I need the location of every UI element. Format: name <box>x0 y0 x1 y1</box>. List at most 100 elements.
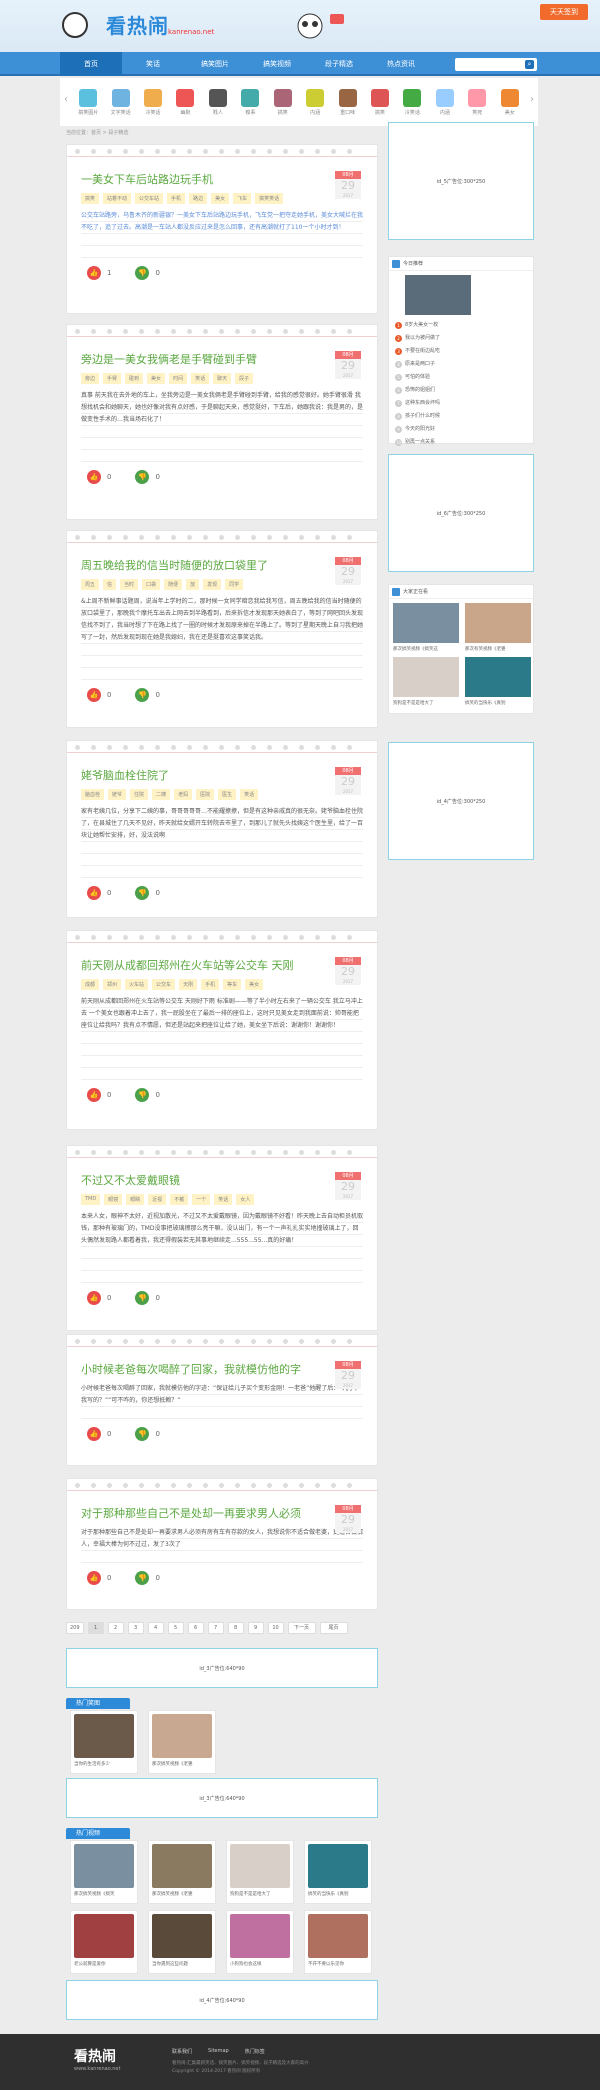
chevron-right-icon[interactable]: › <box>530 94 534 105</box>
hot-videos-tab[interactable]: 热门视频 <box>66 1828 130 1839</box>
tag[interactable]: 眼睛 <box>126 1194 145 1205</box>
tag[interactable]: 老妈 <box>174 789 193 800</box>
tag[interactable]: 口袋 <box>142 579 161 590</box>
side-ad-3[interactable]: id_4广告位:300*250 <box>388 742 534 860</box>
rank-thumb[interactable] <box>405 275 471 315</box>
tag[interactable]: 姥爷 <box>108 789 127 800</box>
thumb-card[interactable]: 不开不要以乐见你 <box>304 1910 372 1974</box>
thumb-card[interactable]: 那次搞笑视频《老婆 <box>148 1840 216 1904</box>
nav-item-4[interactable]: 段子精选 <box>308 52 370 76</box>
tag[interactable]: 手臂 <box>103 373 122 384</box>
category-item[interactable]: 内涵 <box>429 88 461 116</box>
upvote-button[interactable]: 👍 1 <box>87 266 111 280</box>
tag[interactable]: 眼镜 <box>104 1194 123 1205</box>
category-item[interactable]: 重口味 <box>331 88 363 116</box>
tag[interactable]: 搞笑笑话 <box>255 193 284 204</box>
tag[interactable]: 脑血栓 <box>81 789 105 800</box>
rank-item[interactable]: 10 别再一点关系 <box>389 436 533 449</box>
tag[interactable]: 二姨 <box>152 789 171 800</box>
main-ad-1[interactable]: id_3广告位:640*90 <box>66 1648 378 1688</box>
downvote-button[interactable]: 👎 0 <box>135 1088 160 1102</box>
tag[interactable]: 路边 <box>189 193 208 204</box>
rank-item[interactable]: 9 今天的阳光好 <box>389 423 533 436</box>
article-title[interactable]: 前天刚从成都回郑州在火车站等公交车 天刚 <box>81 957 363 973</box>
upvote-button[interactable]: 👍 0 <box>87 1571 111 1585</box>
rank-item[interactable]: 8 孩子们什么时候 <box>389 410 533 423</box>
category-item[interactable]: 冷笑话 <box>396 88 428 116</box>
category-item[interactable]: 冷笑话 <box>137 88 169 116</box>
tag[interactable]: 医院 <box>196 789 215 800</box>
chevron-left-icon[interactable]: ‹ <box>64 94 68 105</box>
page-link[interactable]: 10 <box>267 1622 284 1634</box>
upvote-button[interactable]: 👍 0 <box>87 688 111 702</box>
upvote-button[interactable]: 👍 0 <box>87 1291 111 1305</box>
downvote-button[interactable]: 👎 0 <box>135 1291 160 1305</box>
tag[interactable]: 等车 <box>223 979 242 990</box>
category-item[interactable]: 内涵 <box>299 88 331 116</box>
rank-item[interactable]: 1 8岁大美女一枚 <box>389 319 533 332</box>
category-item[interactable]: 美女 <box>493 88 525 116</box>
tag[interactable]: 一个 <box>192 1194 211 1205</box>
category-item[interactable]: 糗事 <box>234 88 266 116</box>
category-item[interactable]: 幽默 <box>169 88 201 116</box>
tag[interactable]: 美女 <box>211 193 230 204</box>
tag[interactable]: 笑话 <box>214 1194 233 1205</box>
category-item[interactable]: 文字笑话 <box>104 88 136 116</box>
side-pic[interactable]: 搞笑的当快乐《真别 <box>465 657 531 706</box>
nav-item-3[interactable]: 搞笑视频 <box>246 52 308 76</box>
tag[interactable]: 旁边 <box>81 373 100 384</box>
rank-item[interactable]: 7 这种东西会坏吗 <box>389 397 533 410</box>
rank-item[interactable]: 5 可怕的体验 <box>389 371 533 384</box>
upvote-button[interactable]: 👍 0 <box>87 1427 111 1441</box>
page-link[interactable]: 下一页 <box>287 1622 316 1634</box>
tag[interactable]: 段子 <box>235 373 254 384</box>
tag[interactable]: 时间 <box>169 373 188 384</box>
tag[interactable]: 郑州 <box>103 979 122 990</box>
side-pic[interactable]: 那次有笑视频《老婆 <box>465 603 531 652</box>
hot-pics-tab[interactable]: 热门笑图 <box>66 1698 130 1709</box>
signin-button[interactable]: 天天签到 <box>540 4 588 20</box>
downvote-button[interactable]: 👎 0 <box>135 688 160 702</box>
side-ad-1[interactable]: id_5广告位:300*250 <box>388 122 534 240</box>
tag[interactable]: 医生 <box>218 789 237 800</box>
tag[interactable]: 公交车站 <box>135 193 164 204</box>
tag[interactable]: 搞笑 <box>81 193 100 204</box>
nav-item-2[interactable]: 搞笑图片 <box>184 52 246 76</box>
footer-link[interactable]: 联系我们 <box>172 2048 192 2055</box>
tag[interactable]: 手机 <box>167 193 186 204</box>
tag[interactable]: 放 <box>186 579 200 590</box>
article-title[interactable]: 一美女下车后站路边玩手机 <box>81 171 363 187</box>
side-pic[interactable]: 那次搞笑视频《搞笑这 <box>393 603 459 652</box>
downvote-button[interactable]: 👎 0 <box>135 266 160 280</box>
page-link[interactable]: 8 <box>227 1622 244 1634</box>
category-item[interactable]: 笑死 <box>461 88 493 116</box>
tag[interactable]: 发现 <box>203 579 222 590</box>
tag[interactable]: 信 <box>103 579 117 590</box>
tag[interactable]: 随便 <box>164 579 183 590</box>
thumb-card[interactable]: 当你的生活有多少 <box>70 1710 138 1774</box>
side-ad-2[interactable]: id_6广告位:300*250 <box>388 454 534 572</box>
thumb-card[interactable]: 狗狗是不是是哈大了 <box>226 1840 294 1904</box>
page-link[interactable]: 9 <box>247 1622 264 1634</box>
page-link[interactable]: 1 <box>87 1622 104 1634</box>
footer-logo[interactable]: 看热闹 <box>74 2046 116 2066</box>
tag[interactable]: 天刚 <box>179 979 198 990</box>
article-title[interactable]: 不过又不太爱戴眼镜 <box>81 1172 363 1188</box>
nav-item-0[interactable]: 首页 <box>60 52 122 76</box>
tag[interactable]: 美女 <box>147 373 166 384</box>
search-icon[interactable]: ⌕ <box>525 60 534 69</box>
downvote-button[interactable]: 👎 0 <box>135 470 160 484</box>
article-title[interactable]: 小时候老爸每次喝醉了回家，我就模仿他的字 <box>81 1361 363 1377</box>
tag[interactable]: 手机 <box>201 979 220 990</box>
article-title[interactable]: 姥爷脑血栓住院了 <box>81 767 363 783</box>
tag[interactable]: 当时 <box>120 579 139 590</box>
total-pages[interactable]: 209 <box>66 1622 84 1634</box>
tag[interactable]: 笑话 <box>240 789 259 800</box>
search-input[interactable]: ⌕ <box>455 58 537 71</box>
rank-item[interactable]: 2 我以为被问做了 <box>389 332 533 345</box>
upvote-button[interactable]: 👍 0 <box>87 470 111 484</box>
tag[interactable]: 碰到 <box>125 373 144 384</box>
page-link[interactable]: 4 <box>147 1622 164 1634</box>
upvote-button[interactable]: 👍 0 <box>87 886 111 900</box>
tag[interactable]: 周五 <box>81 579 100 590</box>
